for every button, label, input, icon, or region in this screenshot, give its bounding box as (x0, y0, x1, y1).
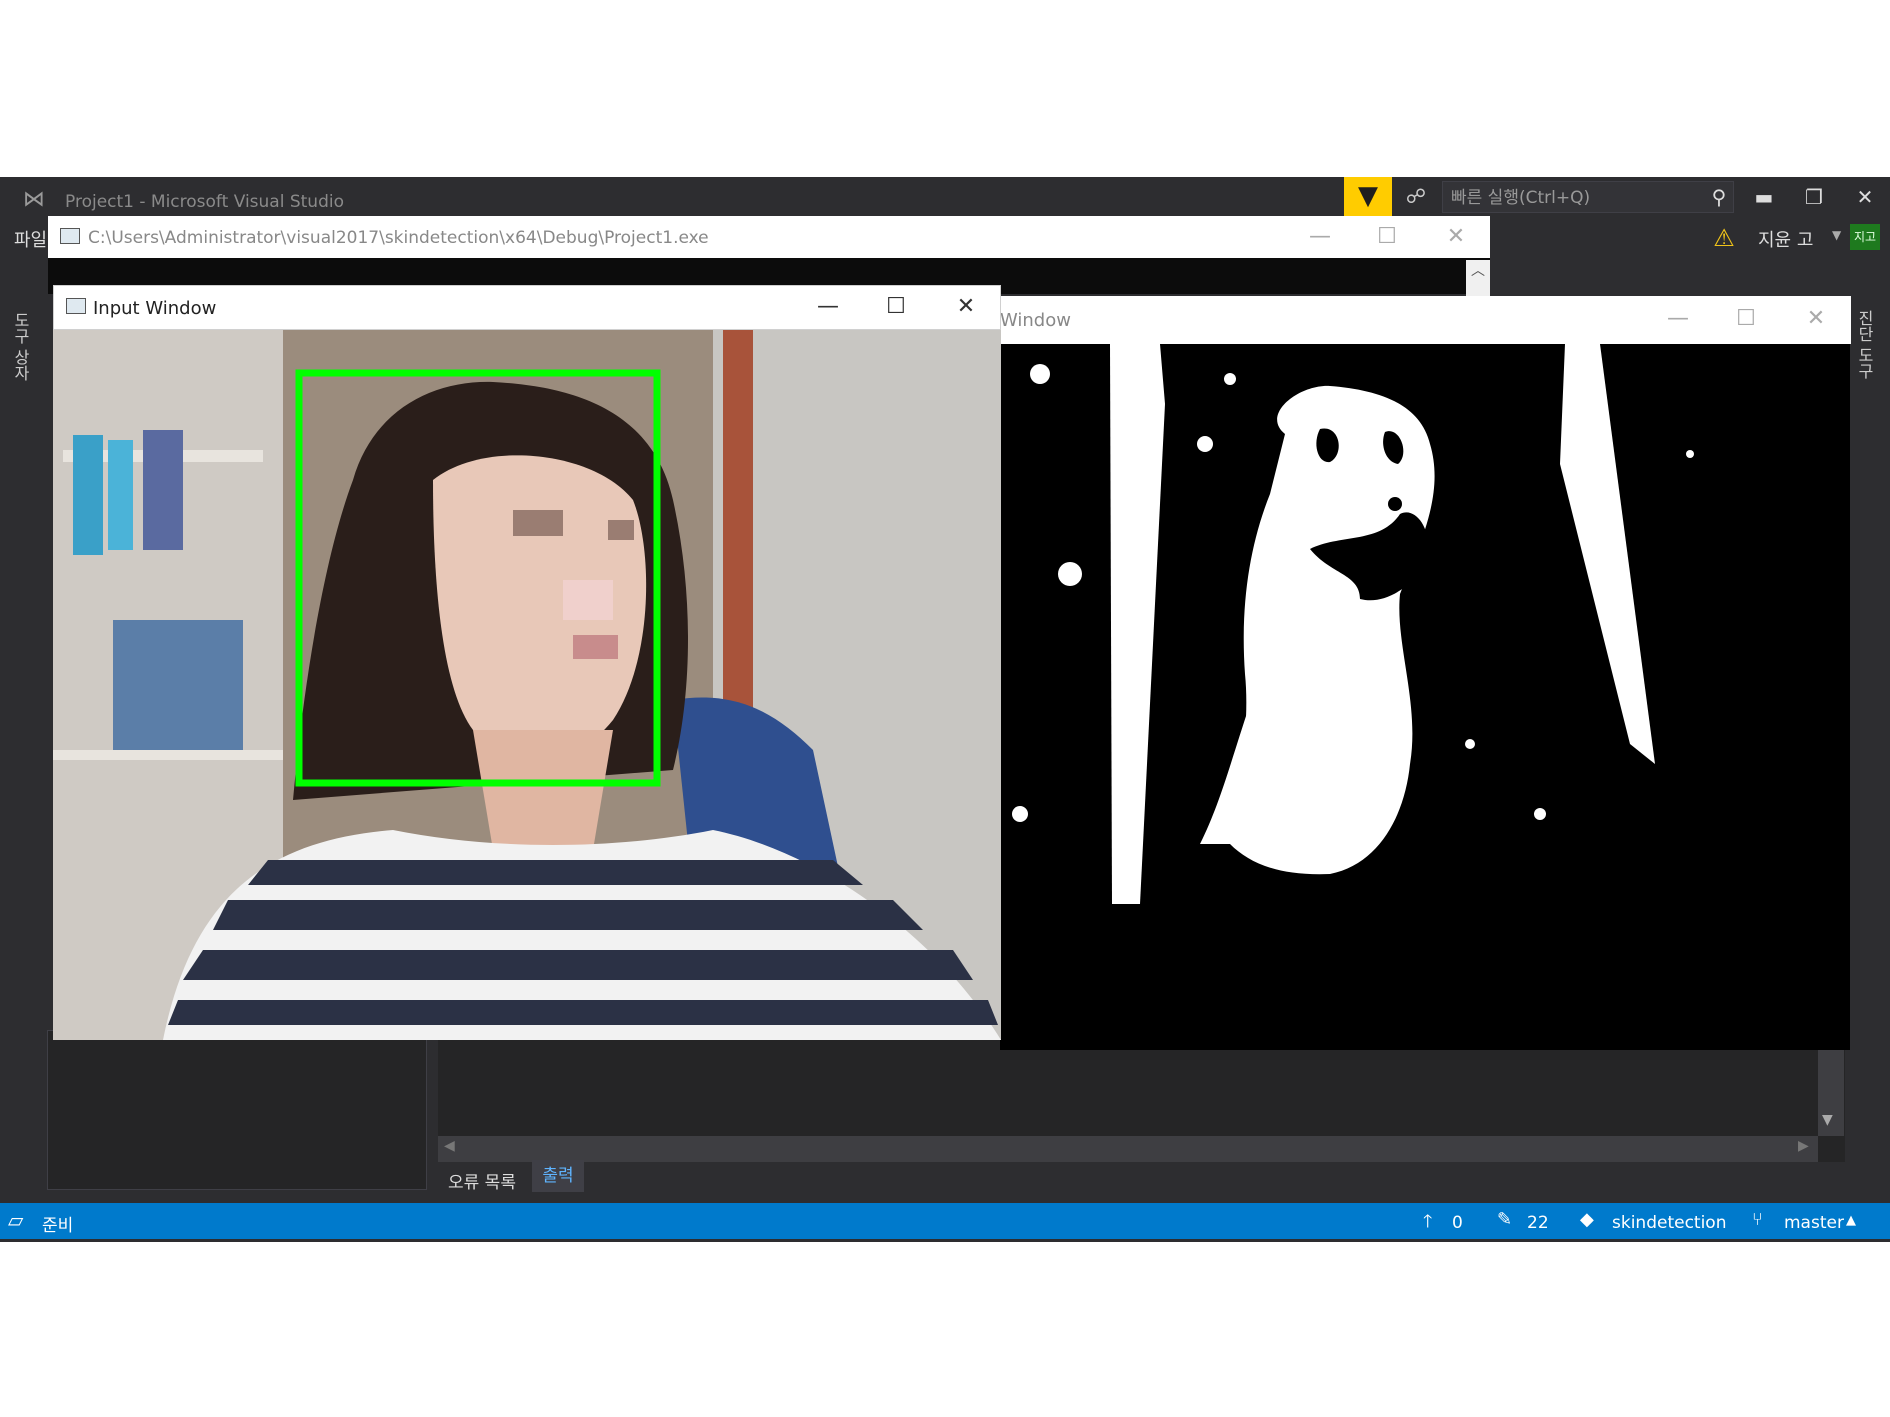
output-window-title: Window (1000, 310, 1071, 331)
console-minimize-icon[interactable]: — (1300, 222, 1340, 252)
ready-icon: ▱ (8, 1208, 24, 1232)
arrow-up-icon[interactable]: 🡑 (1423, 1209, 1432, 1239)
output-minimize-icon[interactable]: — (1658, 304, 1698, 334)
quick-launch-input[interactable]: 빠른 실행(Ctrl+Q) (1442, 181, 1734, 213)
status-ready: 준비 (42, 1216, 74, 1236)
chevron-up-icon[interactable]: ▲ (1846, 1213, 1856, 1228)
branch-name[interactable]: master (1784, 1213, 1844, 1233)
chevron-down-icon[interactable]: ▼ (1832, 228, 1841, 242)
user-name[interactable]: 지윤 고 (1758, 226, 1813, 252)
scroll-right-icon[interactable]: ▶ (1798, 1138, 1809, 1154)
vs-window-title: Project1 - Microsoft Visual Studio (65, 192, 344, 212)
console-app-icon (60, 228, 80, 244)
input-close-icon[interactable]: ✕ (946, 292, 986, 322)
tab-error-list[interactable]: 오류 목록 (448, 1168, 516, 1193)
console-scroll-up-icon[interactable]: ︿ (1466, 260, 1490, 296)
right-tool-strip (1850, 290, 1890, 990)
skin-mask-drawing (1000, 344, 1850, 1050)
input-window-title: Input Window (93, 298, 217, 319)
avatar[interactable]: 지고 (1850, 224, 1880, 250)
visual-studio-icon: ⋈ (23, 187, 45, 212)
warning-icon[interactable]: ⚠ (1710, 224, 1738, 252)
close-icon[interactable]: ✕ (1845, 182, 1885, 212)
pencil-icon[interactable]: ✎ (1497, 1209, 1512, 1230)
input-window-icon (66, 298, 86, 314)
minimize-icon[interactable]: ▬ (1744, 182, 1784, 212)
input-minimize-icon[interactable]: — (808, 292, 848, 322)
horizontal-scrollbar[interactable] (438, 1136, 1818, 1162)
repo-name[interactable]: skindetection (1612, 1213, 1726, 1233)
output-window-titlebar (1000, 296, 1851, 344)
skin-mask-image (1000, 344, 1850, 1050)
git-branch-icon[interactable]: ⑂ (1752, 1209, 1763, 1230)
filter-icon[interactable]: ▼ (1344, 177, 1392, 216)
scroll-down-icon[interactable]: ▼ (1822, 1112, 1833, 1128)
console-maximize-icon[interactable]: ☐ (1367, 222, 1407, 252)
pending-changes-count[interactable]: 22 (1527, 1213, 1549, 1233)
status-bar (0, 1203, 1890, 1239)
console-title: C:\Users\Administrator\visual2017\skinde… (88, 228, 709, 248)
toolbox-tab[interactable]: 도구 상자 (11, 312, 32, 381)
output-maximize-icon[interactable]: ☐ (1726, 304, 1766, 334)
search-icon[interactable]: ⚲ (1706, 183, 1732, 211)
webcam-frame (53, 330, 1001, 1040)
solution-panel (47, 1030, 427, 1190)
input-maximize-icon[interactable]: ☐ (876, 292, 916, 322)
unpublished-count[interactable]: 0 (1452, 1213, 1463, 1233)
feedback-icon[interactable]: ☍ (1396, 177, 1436, 216)
output-close-icon[interactable]: ✕ (1796, 304, 1836, 334)
console-close-icon[interactable]: ✕ (1436, 222, 1476, 252)
tab-output[interactable]: 출력 (532, 1160, 584, 1192)
restore-icon[interactable]: ❐ (1794, 182, 1834, 212)
menu-file[interactable]: 파일 (14, 226, 47, 252)
scroll-left-icon[interactable]: ◀ (444, 1138, 455, 1154)
diagnostic-tools-tab[interactable]: 진단 도구 (1855, 310, 1876, 379)
webcam-image (53, 330, 1001, 1040)
git-repo-icon[interactable]: ◆ (1580, 1209, 1594, 1230)
